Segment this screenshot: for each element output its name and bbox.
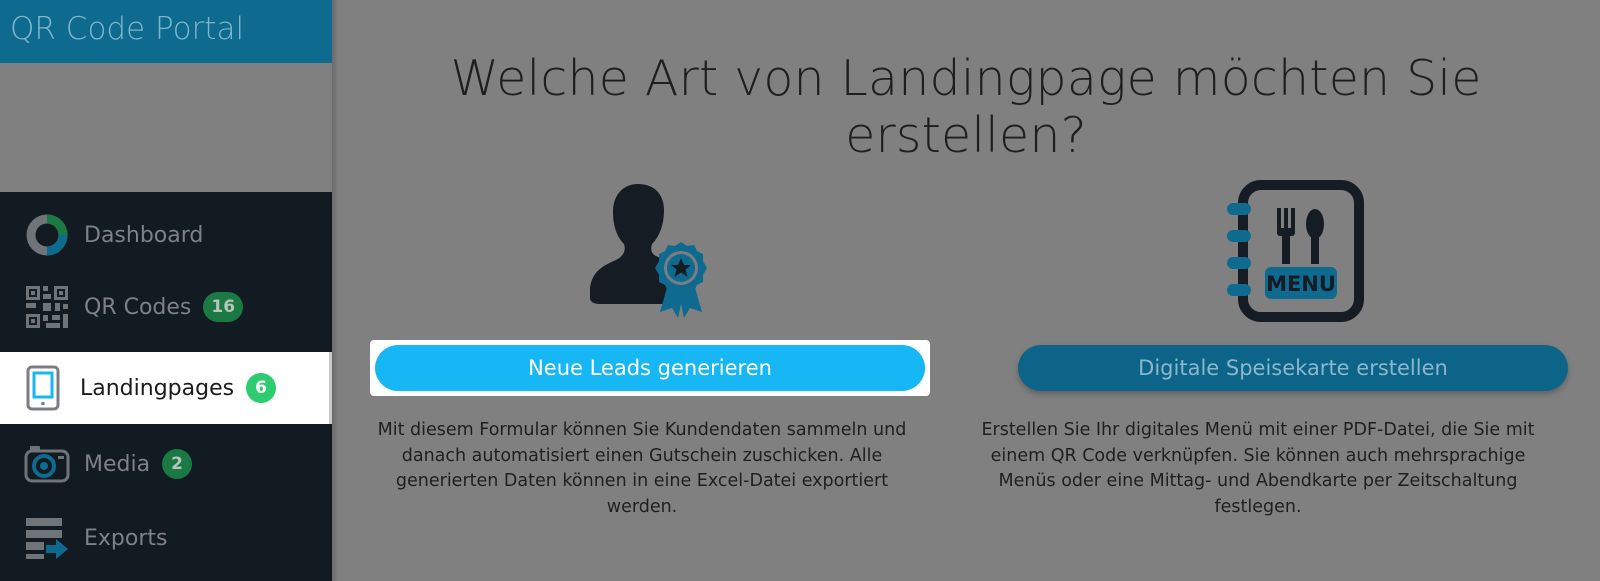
menu-illustration: MENU	[1013, 180, 1573, 330]
neue-leads-button[interactable]: Neue Leads generieren	[375, 345, 925, 391]
sidebar: QR Code Portal Dashboard QR Codes 16 Lan…	[0, 0, 332, 581]
sidebar-item-label: QR Codes	[84, 294, 192, 320]
count-badge: 2	[162, 449, 193, 479]
donut-chart-icon	[24, 212, 70, 258]
digitale-speisekarte-button[interactable]: Digitale Speisekarte erstellen	[1018, 345, 1568, 391]
menu-label-icon-text: MENU	[1266, 272, 1336, 296]
leads-description: Mit diesem Formular können Sie Kundendat…	[377, 420, 907, 517]
qr-code-icon	[24, 284, 70, 330]
brand-title[interactable]: QR Code Portal	[0, 0, 332, 63]
sidebar-item-qr-codes[interactable]: QR Codes 16	[0, 271, 332, 343]
leads-illustration	[370, 180, 930, 330]
sidebar-item-label: Dashboard	[84, 222, 204, 248]
sidebar-item-landingpages[interactable]: Landingpages 6	[0, 352, 332, 424]
count-badge: 16	[203, 292, 244, 322]
camera-icon	[24, 441, 70, 487]
sidebar-item-label: Media	[84, 451, 151, 477]
user-award-icon	[580, 180, 720, 330]
sidebar-item-exports[interactable]: Exports	[0, 502, 332, 574]
sidebar-item-dashboard[interactable]: Dashboard	[0, 199, 332, 271]
main-content: Welche Art von Landingpage möchten Sie e…	[332, 0, 1600, 581]
sidebar-item-media[interactable]: Media 2	[0, 428, 332, 500]
export-icon	[24, 515, 70, 561]
sidebar-item-label: Exports	[84, 525, 168, 551]
page-title: Welche Art von Landingpage möchten Sie e…	[450, 50, 1482, 164]
sidebar-nav: Dashboard QR Codes 16 Landingpages 6 Med…	[0, 192, 332, 581]
menu-description: Erstellen Sie Ihr digitales Menü mit ein…	[981, 420, 1535, 517]
sidebar-item-label: Landingpages	[80, 375, 235, 401]
count-badge: 6	[246, 373, 277, 403]
menu-book-icon: MENU	[1213, 180, 1373, 330]
smartphone-icon	[20, 365, 66, 411]
